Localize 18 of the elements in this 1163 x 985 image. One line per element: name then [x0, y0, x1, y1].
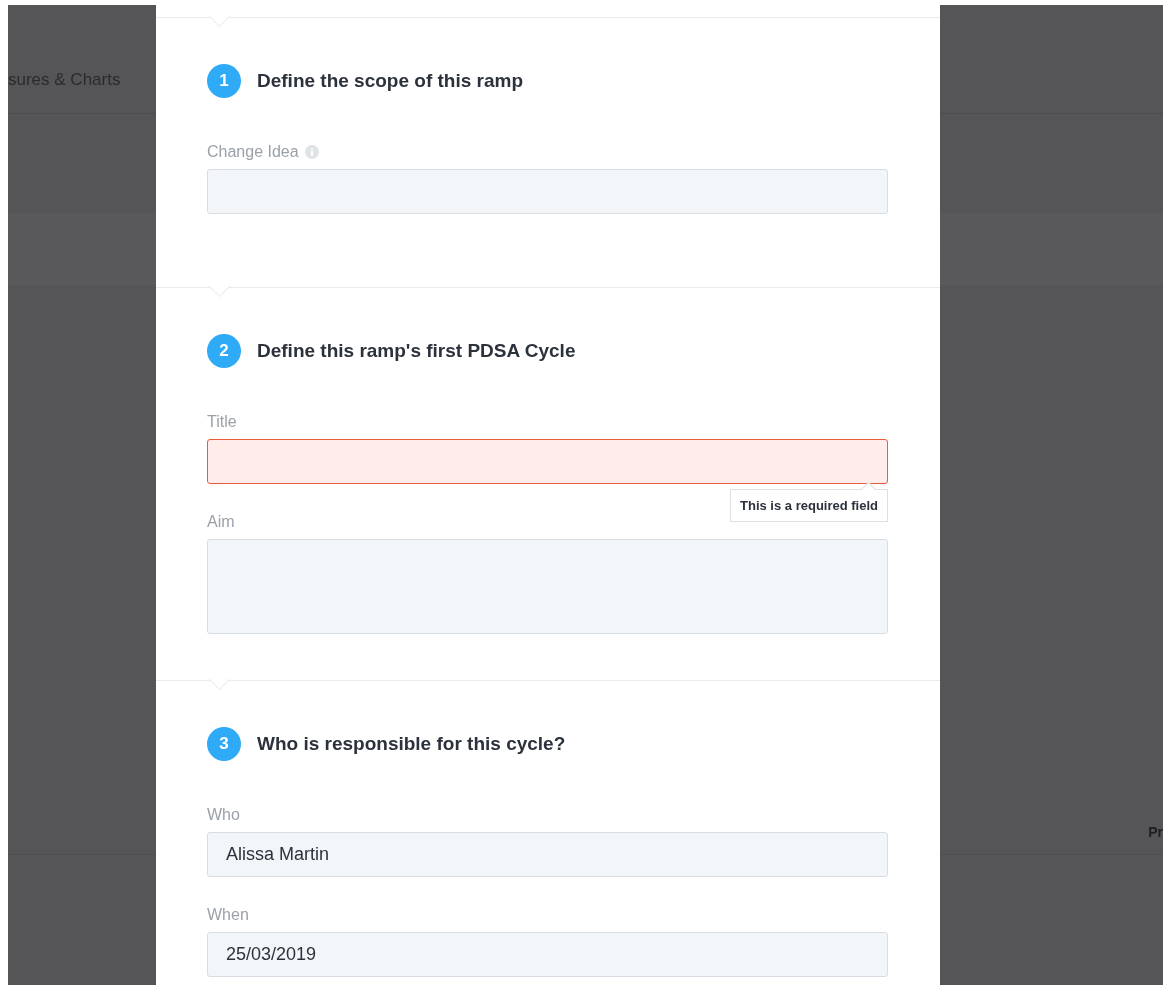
input-field[interactable] — [207, 439, 888, 484]
aim-textarea[interactable] — [207, 539, 888, 634]
backdrop-text: Pr — [1148, 824, 1163, 842]
input-field[interactable]: 25/03/2019 — [207, 932, 888, 977]
input-field[interactable]: Alissa Martin — [207, 832, 888, 877]
section-title: Define the scope of this ramp — [257, 70, 524, 92]
field-label: When — [207, 906, 249, 924]
info-icon[interactable] — [304, 145, 319, 159]
section-title: Define this ramp's first PDSA Cycle — [257, 340, 576, 362]
error-tooltip: This is a required field — [730, 489, 888, 522]
step-number: 1 — [207, 64, 241, 98]
step-number: 3 — [207, 727, 241, 761]
step-number: 2 — [207, 334, 241, 368]
field-label: Title — [207, 413, 237, 431]
field-label: Change Idea — [207, 143, 299, 161]
section-title: Who is responsible for this cycle? — [257, 733, 566, 755]
field-label: Who — [207, 806, 240, 824]
field-label: Aim — [207, 513, 235, 531]
